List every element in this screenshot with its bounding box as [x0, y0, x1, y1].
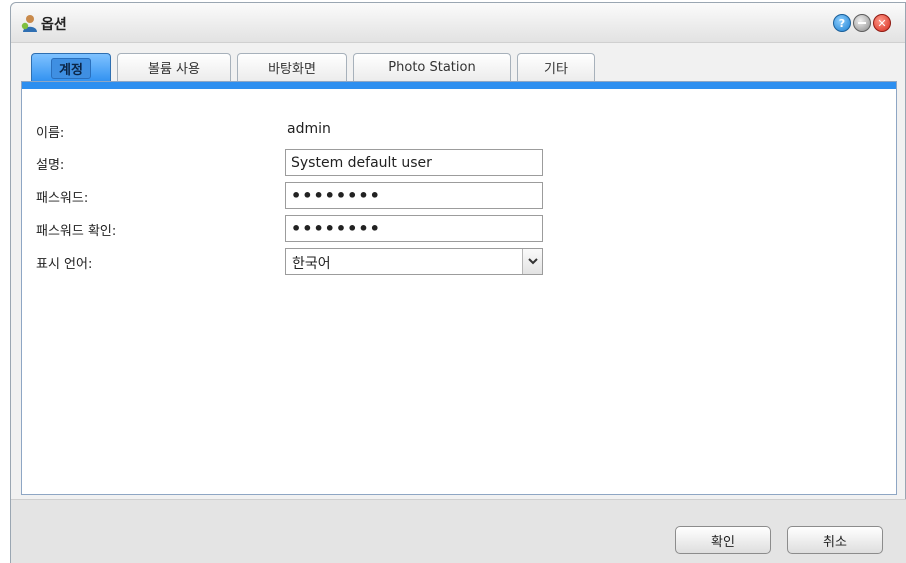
description-label: 설명:: [36, 158, 65, 173]
tab-desktop[interactable]: 바탕화면: [237, 53, 347, 81]
tab-other[interactable]: 기타: [517, 53, 595, 81]
password-confirm-field[interactable]: ••••••••: [285, 215, 543, 242]
tab-volume-usage[interactable]: 볼륨 사용: [117, 53, 231, 81]
language-select[interactable]: 한국어: [285, 248, 543, 275]
name-value: admin: [287, 121, 331, 137]
name-label: 이름:: [36, 126, 65, 141]
title-bar[interactable]: 옵션 ? ✕: [11, 3, 905, 43]
tab-account[interactable]: 계정: [31, 53, 111, 83]
window-title: 옵션: [41, 17, 67, 33]
password-label: 패스워드:: [36, 191, 89, 206]
ok-button[interactable]: 확인: [675, 526, 771, 554]
tab-desktop-label: 바탕화면: [268, 62, 316, 77]
user-icon: [21, 15, 37, 32]
tab-account-label: 계정: [51, 58, 91, 79]
account-panel: 이름: admin 설명: 패스워드: •••••••• 패스워드 확인: ••…: [21, 81, 897, 495]
description-field[interactable]: [285, 149, 543, 176]
tab-photo-station[interactable]: Photo Station: [353, 53, 511, 81]
language-label: 표시 언어:: [36, 257, 93, 272]
tab-volume-usage-label: 볼륨 사용: [148, 62, 200, 77]
options-window: 옵션 ? ✕ 계정 볼륨 사용 바탕화면 Photo Station 기타 이름…: [10, 2, 906, 563]
close-icon[interactable]: ✕: [873, 14, 891, 32]
tab-other-label: 기타: [544, 62, 568, 77]
cancel-button[interactable]: 취소: [787, 526, 883, 554]
tab-photo-station-label: Photo Station: [388, 60, 476, 75]
password-confirm-label: 패스워드 확인:: [36, 224, 117, 239]
language-select-value: 한국어: [292, 256, 331, 272]
dialog-footer: 확인 취소: [11, 499, 906, 563]
help-icon[interactable]: ?: [833, 14, 851, 32]
password-field[interactable]: ••••••••: [285, 182, 543, 209]
chevron-down-icon[interactable]: [522, 249, 542, 274]
minimize-icon[interactable]: [853, 14, 871, 32]
